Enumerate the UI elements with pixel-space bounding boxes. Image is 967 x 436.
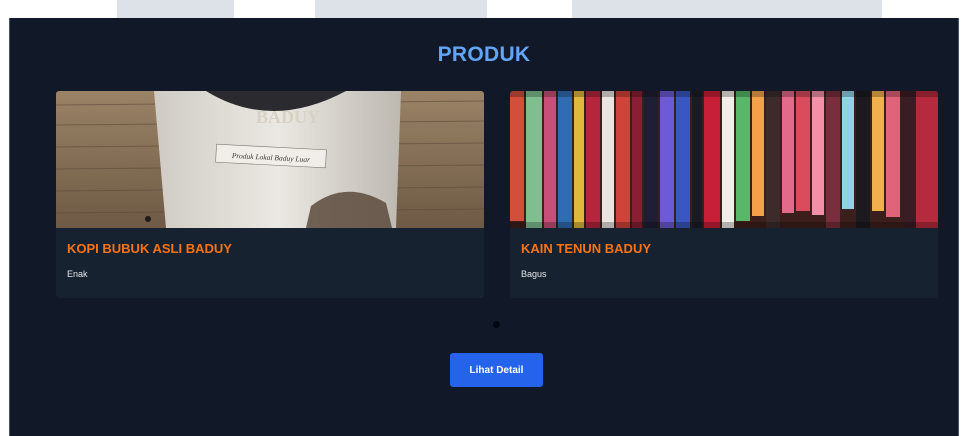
product-title[interactable]: KAIN TENUN BADUY bbox=[521, 241, 651, 256]
carousel-indicator[interactable] bbox=[493, 321, 500, 328]
product-description: Bagus bbox=[521, 269, 547, 279]
products-section: PRODUK BADUY Produk Lokal Baduy Luar KOP… bbox=[9, 18, 959, 436]
svg-text:BADUY: BADUY bbox=[256, 107, 320, 127]
product-card[interactable]: KAIN TENUN BADUY Bagus bbox=[510, 91, 938, 298]
top-band bbox=[572, 0, 882, 18]
woven-cloth-photo bbox=[510, 91, 938, 228]
top-band bbox=[117, 0, 234, 18]
top-strip bbox=[0, 0, 967, 18]
section-title: PRODUK bbox=[437, 43, 531, 66]
product-card[interactable]: BADUY Produk Lokal Baduy Luar KOPI BUBUK… bbox=[56, 91, 484, 298]
product-description: Enak bbox=[67, 269, 88, 279]
view-detail-button[interactable]: Lihat Detail bbox=[450, 353, 543, 387]
coffee-package-photo: BADUY Produk Lokal Baduy Luar bbox=[56, 91, 484, 228]
product-title[interactable]: KOPI BUBUK ASLI BADUY bbox=[67, 241, 232, 256]
top-band bbox=[315, 0, 487, 18]
